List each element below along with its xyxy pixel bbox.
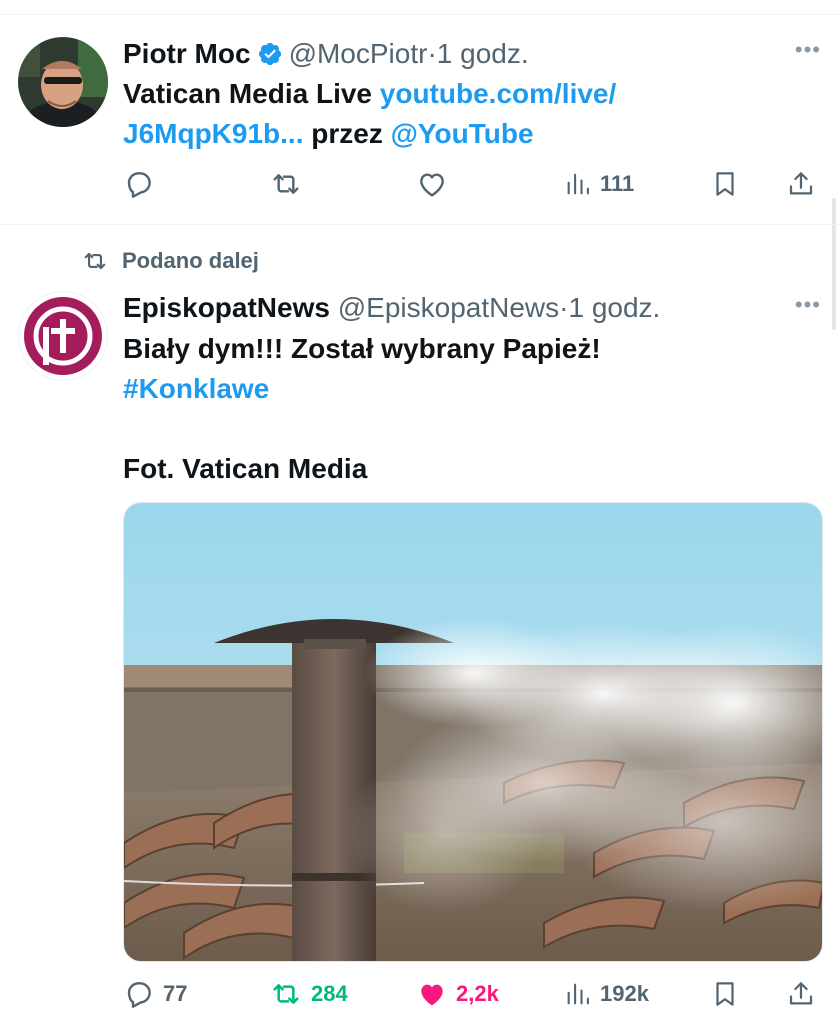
views-button[interactable]: 111 (564, 164, 634, 204)
like-count: 2,2k (456, 981, 499, 1006)
display-name[interactable]: EpiskopatNews (123, 292, 330, 323)
retweet-count: 284 (311, 981, 348, 1006)
retweet-icon (273, 174, 299, 194)
chimney-smoke-image (124, 503, 822, 961)
tweet-actions: 111 (123, 164, 823, 204)
reply-button[interactable] (123, 164, 155, 204)
tweet-header: Piotr Moc @MocPiotr·1 godz. (123, 37, 529, 75)
text-prefix: Vatican Media Live (123, 78, 380, 109)
views-button[interactable]: 192k (564, 974, 649, 1014)
display-name[interactable]: Piotr Moc (123, 38, 251, 69)
separator-dot: · (427, 38, 437, 69)
share-icon (789, 172, 813, 195)
hashtag-link[interactable]: #Konklawe (123, 369, 813, 409)
tweet-piotr-moc[interactable]: Piotr Moc @MocPiotr·1 godz. ••• Vatican M… (0, 0, 839, 224)
tweet-photo[interactable] (123, 502, 823, 962)
reply-button[interactable]: 77 (123, 974, 187, 1014)
text-line-3: Fot. Vatican Media (123, 453, 368, 484)
more-icon[interactable]: ••• (795, 39, 821, 61)
reply-icon (127, 982, 151, 1008)
like-icon (421, 984, 443, 1006)
timestamp[interactable]: 1 godz. (568, 292, 660, 323)
retweet-button[interactable]: 284 (269, 974, 348, 1014)
youtube-mention[interactable]: @YouTube (391, 118, 534, 149)
avatar[interactable] (18, 291, 108, 381)
retweet-icon (273, 984, 299, 1004)
views-count: 192k (600, 981, 649, 1006)
bookmark-button[interactable] (710, 974, 740, 1014)
bookmark-icon (716, 172, 734, 196)
like-button[interactable]: 2,2k (416, 974, 499, 1014)
youtube-link-part2[interactable]: J6MqpK91b... (123, 118, 303, 149)
reply-icon (127, 172, 151, 198)
more-icon[interactable]: ••• (795, 294, 821, 316)
views-icon (567, 983, 589, 1005)
tweet-header: EpiskopatNews @EpiskopatNews·1 godz. (123, 291, 660, 325)
timestamp[interactable]: 1 godz. (437, 38, 529, 69)
text-mid: przez (303, 118, 391, 149)
tweet-text: Vatican Media Live youtube.com/live/J6Mq… (123, 74, 813, 154)
handle[interactable]: @MocPiotr (289, 38, 428, 69)
share-icon (789, 982, 813, 1005)
handle[interactable]: @EpiskopatNews (338, 292, 559, 323)
like-icon (420, 173, 444, 197)
youtube-link-part1[interactable]: youtube.com/live/ (380, 78, 617, 109)
verified-badge-icon (257, 41, 283, 75)
tweet-text: Biały dym!!! Został wybrany Papież! #Kon… (123, 329, 813, 489)
avatar[interactable] (18, 37, 108, 127)
like-button[interactable] (416, 164, 448, 204)
tweet-actions: 77 284 2,2k 192k (123, 974, 823, 1014)
views-icon (567, 173, 589, 195)
views-count: 111 (600, 171, 635, 196)
bookmark-icon (716, 982, 734, 1006)
share-button[interactable] (786, 164, 816, 204)
bookmark-button[interactable] (710, 164, 740, 204)
retweet-button[interactable] (269, 164, 303, 204)
text-line-1: Biały dym!!! Został wybrany Papież! (123, 333, 601, 364)
reply-count: 77 (163, 981, 188, 1006)
share-button[interactable] (786, 974, 816, 1014)
